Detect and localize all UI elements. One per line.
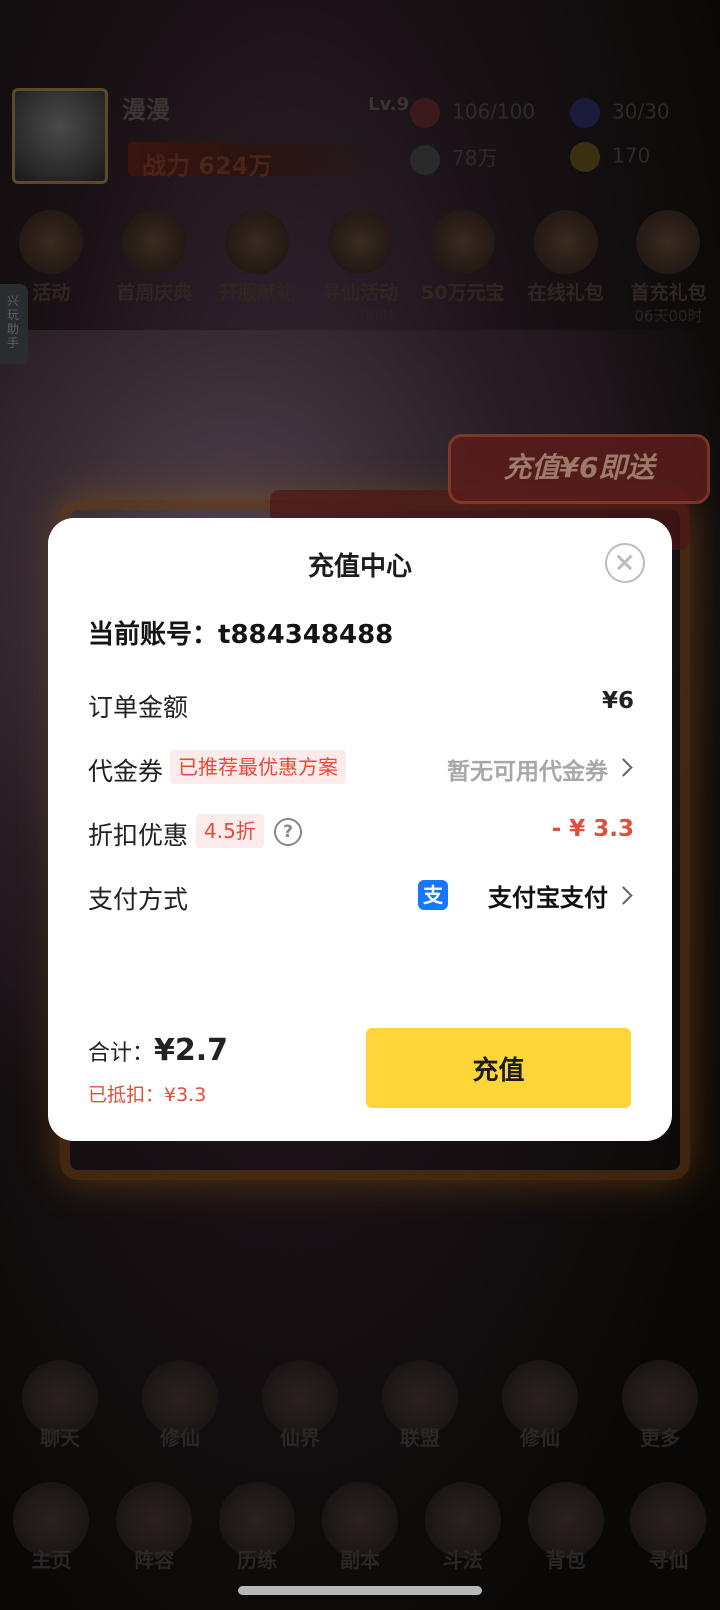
discount-row: 折扣优惠 4.5折 ? - ¥ 3.3 xyxy=(88,812,634,852)
recharge-dialog: 充值中心 当前账号：t884348488 订单金额 ¥6 代金券 已推荐最优惠方… xyxy=(48,518,672,1141)
alipay-icon: 支 xyxy=(418,880,448,910)
event-icon-row: 活动 首周庆典 开服献礼 寻仙活动 02天00时 50万元宝 在线礼包 首充礼包 0… xyxy=(0,210,720,326)
recharge-button[interactable]: 充值 xyxy=(366,1028,631,1108)
discount-tag: 4.5折 xyxy=(196,814,264,848)
player-level: Lv.9 xyxy=(368,94,410,115)
payment-method-row[interactable]: 支付方式 支 支付宝支付 xyxy=(88,876,634,916)
stamina-resource: 106/100 xyxy=(410,98,535,128)
side-helper-label: 兴玩助手 xyxy=(7,294,20,350)
menu-icon-realm[interactable]: 仙界 xyxy=(250,1360,350,1451)
total-amount: 合计：¥2.7 xyxy=(88,1033,228,1068)
order-amount-label: 订单金额 xyxy=(88,693,189,722)
dialog-title: 充值中心 xyxy=(307,552,412,582)
event-icon-first-week[interactable]: 首周庆典 xyxy=(108,210,200,326)
menu-icon-chat[interactable]: 聊天 xyxy=(10,1360,110,1451)
account-value: t884348488 xyxy=(218,620,394,650)
avatar[interactable] xyxy=(12,88,108,184)
menu-icon-row: 聊天 修仙 仙界 联盟 修仙 更多 xyxy=(0,1360,720,1451)
discount-label: 折扣优惠 xyxy=(88,821,189,850)
event-icon-immortal[interactable]: 寻仙活动 02天00时 xyxy=(314,210,406,326)
order-amount-value: ¥6 xyxy=(601,688,634,714)
event-icon-first-recharge[interactable]: 首充礼包 06天00时 xyxy=(622,210,714,326)
menu-icon-alliance[interactable]: 联盟 xyxy=(370,1360,470,1451)
nav-tab-duel[interactable]: 斗法 xyxy=(413,1482,513,1573)
nav-tab-bag[interactable]: 背包 xyxy=(516,1482,616,1573)
account-line: 当前账号：t884348488 xyxy=(88,614,393,651)
close-icon[interactable] xyxy=(605,543,645,583)
bottom-nav: 主页 阵容 历练 副本 斗法 背包 寻仙 xyxy=(0,1482,720,1573)
recharge-banner-text: 充值¥6即送 xyxy=(503,451,655,484)
deducted-amount: 已抵扣：¥3.3 xyxy=(88,1084,207,1106)
menu-icon-cultivate[interactable]: 修仙 xyxy=(130,1360,230,1451)
chevron-right-icon xyxy=(614,758,633,777)
nav-tab-trial[interactable]: 历练 xyxy=(207,1482,307,1573)
help-icon[interactable]: ? xyxy=(274,818,302,846)
nav-tab-dungeon[interactable]: 副本 xyxy=(310,1482,410,1573)
voucher-row[interactable]: 代金券 已推荐最优惠方案 暂无可用代金券 xyxy=(88,748,634,788)
event-icon-online-gift[interactable]: 在线礼包 xyxy=(520,210,612,326)
nav-tab-seek[interactable]: 寻仙 xyxy=(618,1482,718,1573)
payment-method-label: 支付方式 xyxy=(88,885,189,914)
total-value: ¥2.7 xyxy=(154,1033,229,1068)
order-amount-row: 订单金额 ¥6 xyxy=(88,684,634,724)
side-helper-tab[interactable]: 兴玩助手 xyxy=(0,284,28,364)
home-indicator[interactable] xyxy=(238,1586,482,1595)
event-icon-gold[interactable]: 50万元宝 xyxy=(417,210,509,326)
gold-resource: 170 xyxy=(570,142,650,172)
voucher-value: 暂无可用代金券 xyxy=(447,759,608,785)
player-topbar: 漫漫 Lv.9 战力 624万 106/100 30/30 78万 170 xyxy=(0,80,720,190)
energy-resource: 30/30 xyxy=(570,98,670,128)
payment-method-value: 支付宝支付 xyxy=(488,884,608,912)
nav-tab-home[interactable]: 主页 xyxy=(1,1482,101,1573)
account-label: 当前账号： xyxy=(88,620,219,650)
voucher-recommend-tag: 已推荐最优惠方案 xyxy=(170,750,346,784)
player-name: 漫漫 xyxy=(122,96,170,124)
event-icon-server-gift[interactable]: 开服献礼 xyxy=(211,210,303,326)
menu-icon-more[interactable]: 更多 xyxy=(610,1360,710,1451)
chevron-right-icon xyxy=(614,886,633,905)
discount-value: - ¥ 3.3 xyxy=(551,816,634,842)
total-label: 合计： xyxy=(88,1041,155,1066)
menu-icon-cultivate-2[interactable]: 修仙 xyxy=(490,1360,590,1451)
power-text: 战力 624万 xyxy=(142,152,273,180)
silver-resource: 78万 xyxy=(410,142,497,175)
recharge-banner: 充值¥6即送 xyxy=(448,434,710,504)
nav-tab-lineup[interactable]: 阵容 xyxy=(104,1482,204,1573)
voucher-label: 代金券 xyxy=(88,757,164,786)
